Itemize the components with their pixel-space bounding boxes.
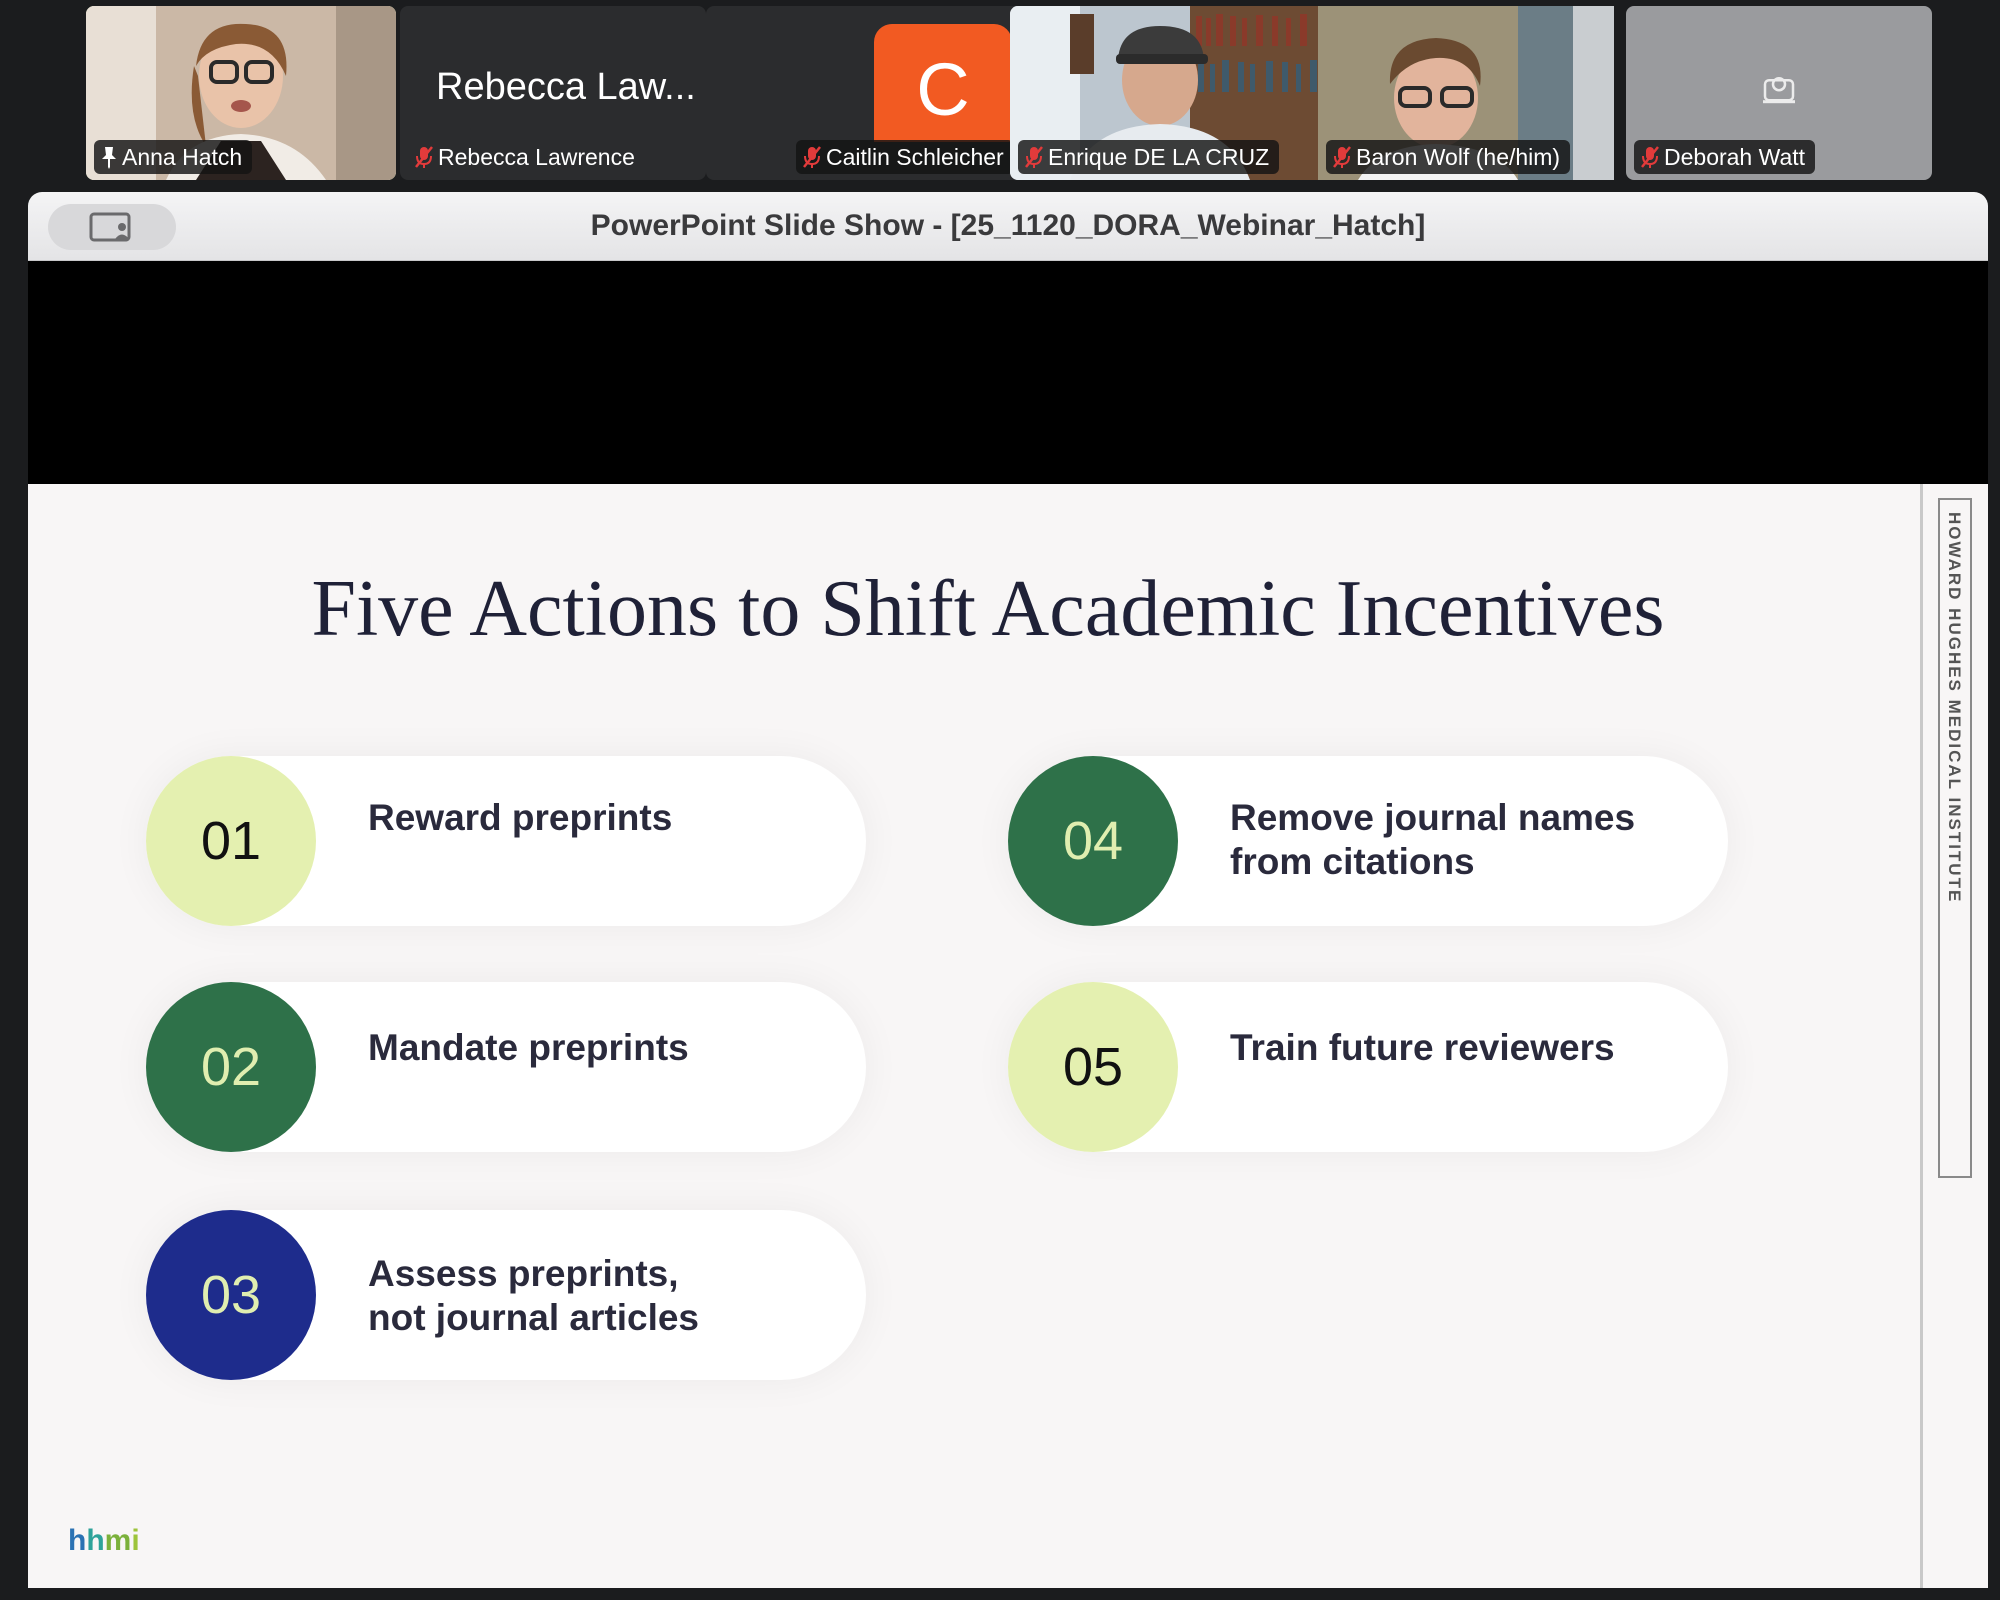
mic-muted-icon: [415, 146, 433, 168]
participant-display-name: Rebecca Law...: [436, 66, 696, 108]
logo-letter: h: [68, 1524, 87, 1557]
action-number: 04: [1008, 756, 1178, 926]
mic-muted-icon: [1025, 146, 1043, 168]
action-label-line: from citations: [1230, 841, 1475, 882]
participant-tile-enrique-de-la-cruz[interactable]: Enrique DE LA CRUZ: [1010, 6, 1326, 180]
participant-gallery: Anna Hatch Rebecca Law... Rebecca Lawren…: [86, 6, 1932, 180]
mic-muted-icon: [1333, 146, 1351, 168]
action-card-02: 02 Mandate preprints: [146, 982, 866, 1152]
shared-screen-window: PowerPoint Slide Show - [25_1120_DORA_We…: [28, 192, 1988, 1588]
participant-name-label: Baron Wolf (he/him): [1326, 140, 1571, 174]
action-label-line: not journal articles: [368, 1297, 700, 1338]
action-number: 02: [146, 982, 316, 1152]
hhmi-logo: hhmi: [68, 1524, 140, 1558]
slide-divider: [1920, 484, 1923, 1588]
participant-name-label: Anna Hatch: [94, 140, 253, 174]
action-label-line: Assess preprints,: [368, 1253, 679, 1294]
action-label-line: Mandate preprints: [368, 1027, 689, 1068]
participant-name-label: Rebecca Lawrence: [408, 140, 645, 174]
participant-name-label: Deborah Watt: [1634, 140, 1816, 174]
camera-off-icon: [1763, 76, 1795, 104]
action-number: 05: [1008, 982, 1178, 1152]
action-label: Train future reviewers: [1230, 1026, 1698, 1070]
action-card-05: 05 Train future reviewers: [1008, 982, 1728, 1152]
action-label-line: Train future reviewers: [1230, 1027, 1615, 1068]
participant-tile-rebecca-lawrence[interactable]: Rebecca Law... Rebecca Lawrence: [400, 6, 706, 180]
mic-muted-icon: [803, 146, 821, 168]
action-label: Remove journal names from citations: [1230, 796, 1698, 884]
action-card-04: 04 Remove journal names from citations: [1008, 756, 1728, 926]
participant-tile-deborah-watt[interactable]: Deborah Watt: [1626, 6, 1932, 180]
institute-name: HOWARD HUGHES MEDICAL INSTITUTE: [1945, 512, 1964, 904]
mic-muted-icon: [1641, 146, 1659, 168]
logo-letter: i: [131, 1524, 140, 1557]
action-label: Reward preprints: [368, 796, 836, 840]
logo-letter: h: [86, 1524, 105, 1557]
avatar: C: [874, 24, 1012, 142]
action-card-03: 03 Assess preprints, not journal article…: [146, 1210, 866, 1380]
participant-name: Enrique DE LA CRUZ: [1048, 144, 1270, 170]
participant-name-label: Enrique DE LA CRUZ: [1018, 140, 1280, 174]
participant-name: Baron Wolf (he/him): [1356, 144, 1561, 170]
action-number: 03: [146, 1210, 316, 1380]
participant-name: Deborah Watt: [1664, 144, 1806, 170]
action-label: Assess preprints, not journal articles: [368, 1252, 836, 1340]
action-label-line: Remove journal names: [1230, 797, 1636, 838]
action-label-line: Reward preprints: [368, 797, 673, 838]
participant-tile-anna-hatch[interactable]: Anna Hatch: [86, 6, 396, 180]
logo-letter: m: [104, 1524, 132, 1557]
participant-name: Rebecca Lawrence: [438, 144, 635, 170]
slide-title: Five Actions to Shift Academic Incentive…: [311, 565, 1665, 653]
participant-name: Anna Hatch: [122, 144, 243, 170]
participant-name: Caitlin Schleicher: [826, 144, 1004, 170]
pin-icon: [102, 147, 116, 169]
presentation-slide: Five Actions to Shift Academic Incentive…: [28, 484, 1988, 1588]
shared-window-titlebar: PowerPoint Slide Show - [25_1120_DORA_We…: [28, 192, 1988, 261]
action-card-01: 01 Reward preprints: [146, 756, 866, 926]
shared-window-title: PowerPoint Slide Show - [25_1120_DORA_We…: [590, 209, 1426, 242]
action-number: 01: [146, 756, 316, 926]
action-label: Mandate preprints: [368, 1026, 836, 1070]
participant-name-label: Caitlin Schleicher: [796, 140, 1014, 174]
institute-side-label: HOWARD HUGHES MEDICAL INSTITUTE: [1938, 498, 1972, 1178]
participant-tile-baron-wolf[interactable]: Baron Wolf (he/him): [1318, 6, 1614, 180]
